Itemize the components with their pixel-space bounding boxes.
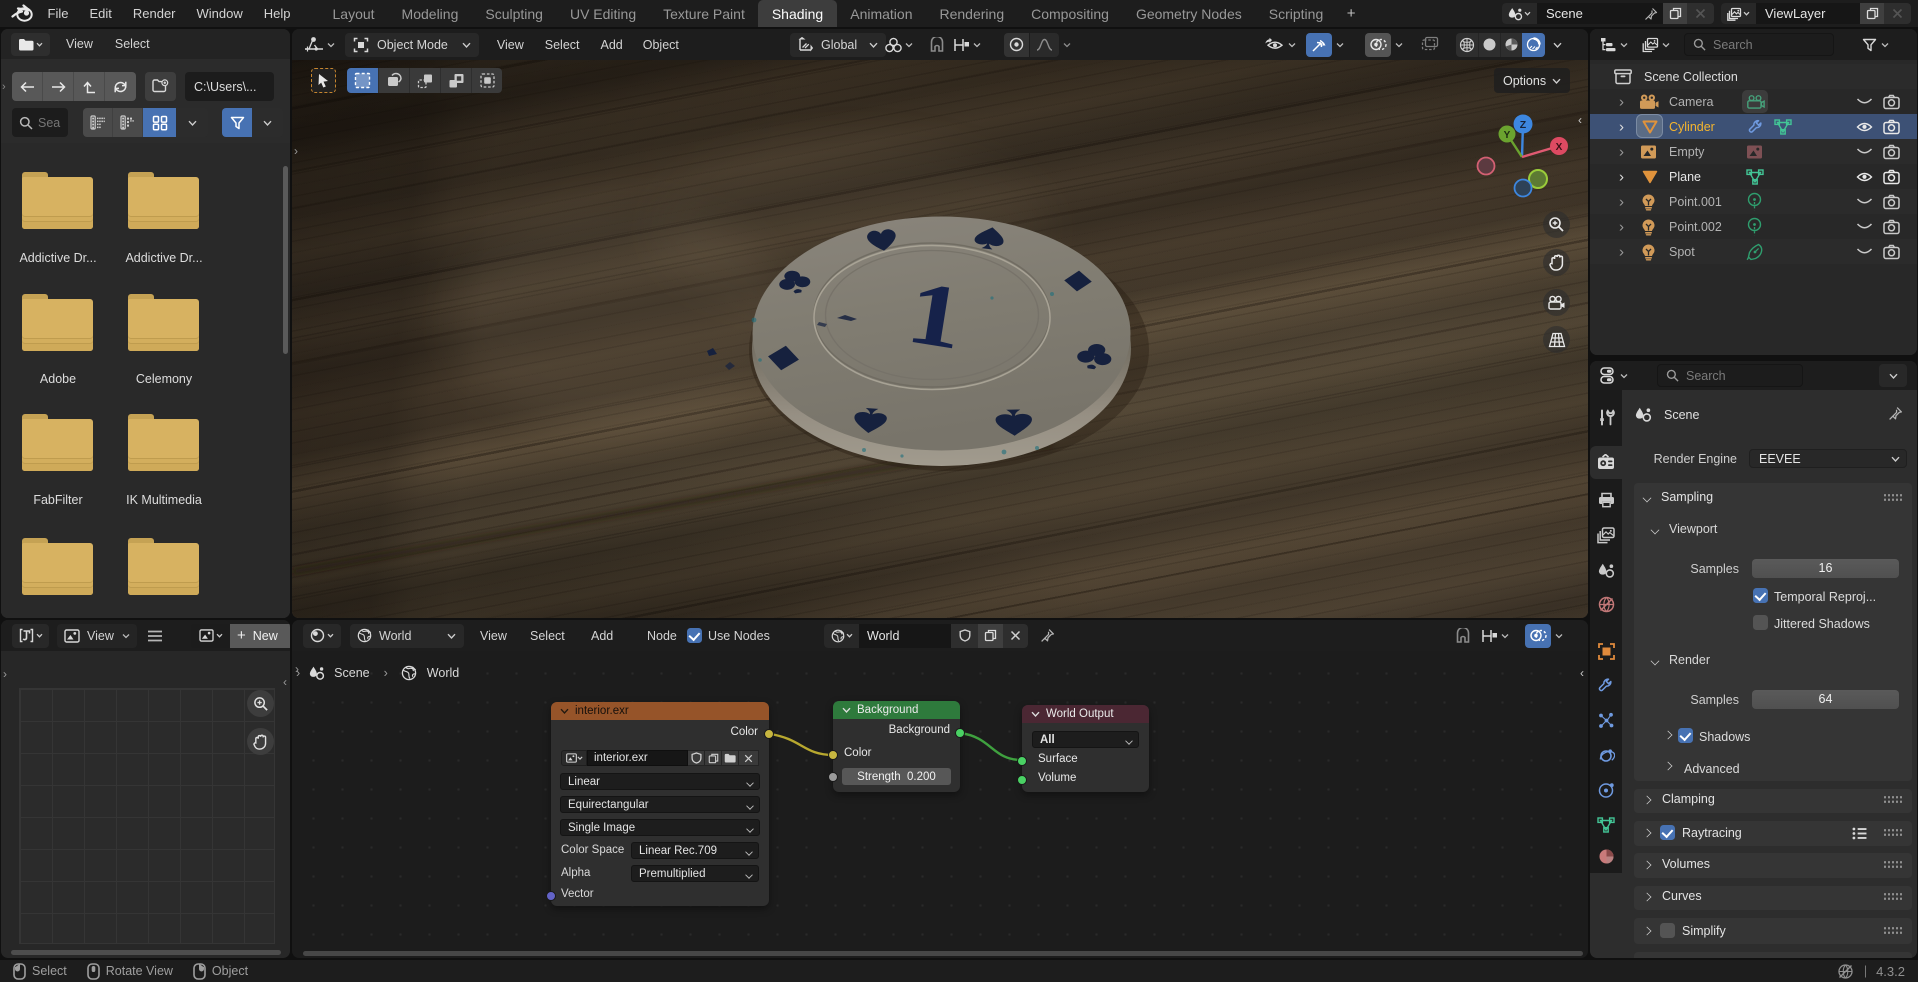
svg-text:X: X [1556,142,1563,153]
svg-text:Z: Z [1520,119,1527,131]
svg-text:Y: Y [1504,130,1511,141]
